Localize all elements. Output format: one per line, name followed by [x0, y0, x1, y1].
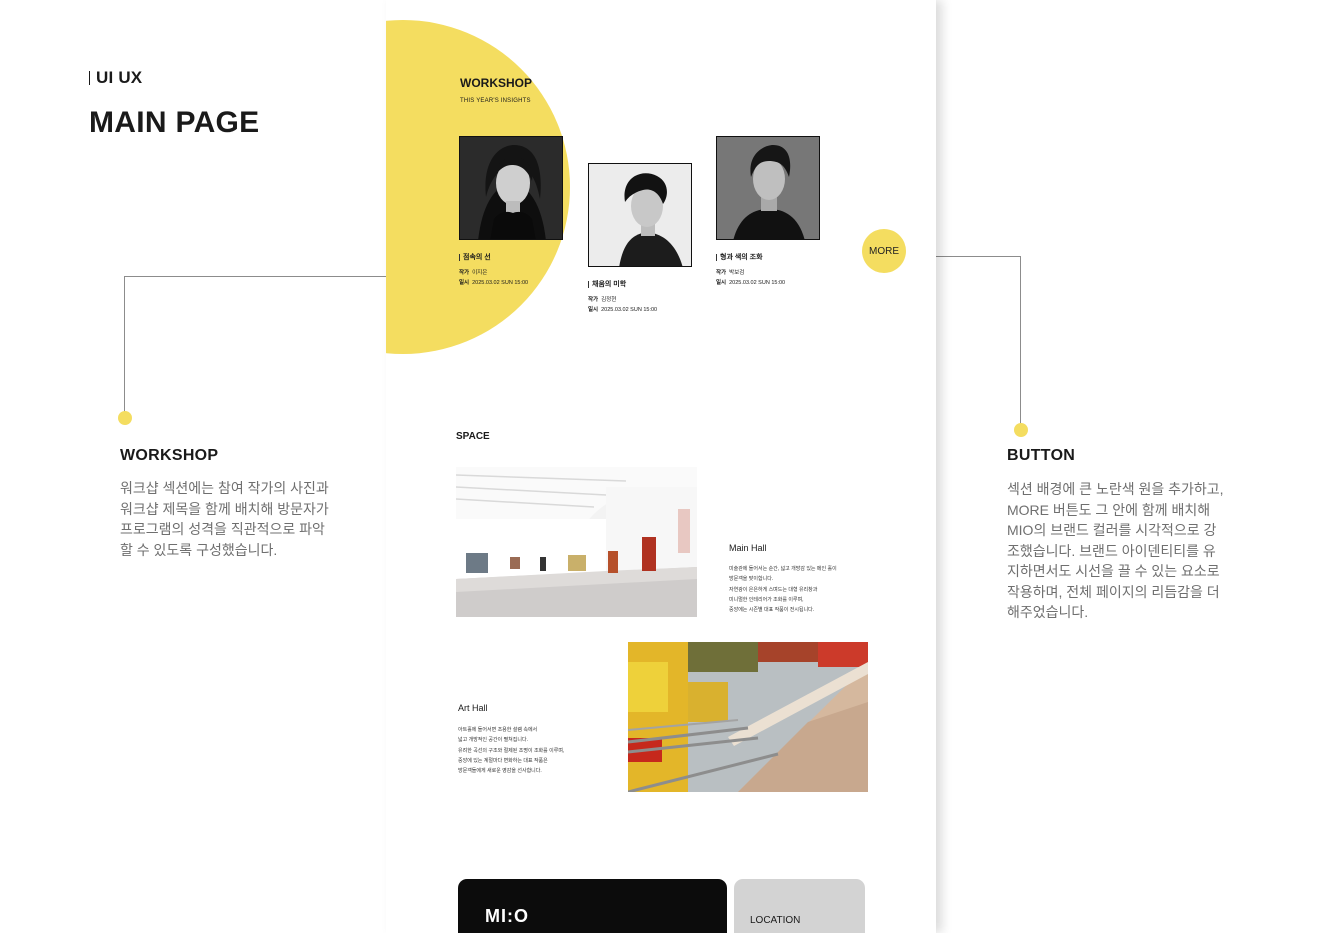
artist-photo-3: [716, 136, 820, 240]
artist-card-1[interactable]: 점속의 선 작가 이지은 일시 2025.03.02 SUN 15:00: [459, 136, 563, 288]
artist-program-title: 형과 색의 조화: [716, 252, 820, 262]
desc-line: 중앙에 있는 계절마다 변화하는 대표 작품은: [458, 757, 548, 764]
note-line: 작용하며, 전체 페이지의 리듬감을 더: [1007, 583, 1220, 600]
main-hall-image: [456, 467, 697, 617]
kicker-label: UI UX: [96, 68, 143, 87]
artist-photo-1: [459, 136, 563, 240]
date-label: 일시: [588, 307, 599, 313]
program-title-text: 채움의 미학: [592, 281, 627, 288]
event-date: 2025.03.02 SUN 15:00: [601, 307, 658, 313]
main-hall-name: Main Hall: [729, 543, 767, 553]
desc-line: 방문객을 맞이합니다.: [729, 576, 774, 583]
brand-logo: MI:O: [485, 906, 529, 926]
location-label: LOCATION: [750, 915, 801, 926]
artist-name: 김정현: [601, 297, 617, 303]
artist-label: 작가: [588, 297, 599, 303]
portrait-image: [717, 137, 819, 239]
artist-meta: 작가 김정현 일시 2025.03.02 SUN 15:00: [588, 295, 692, 315]
note-line: 지하면서도 시선을 끌 수 있는 요소로: [1007, 563, 1220, 579]
date-label: 일시: [459, 280, 470, 286]
portrait-image: [589, 164, 691, 266]
desc-line: 유려한 곡선의 구조와 절제된 조명이 조화를 이루며,: [458, 747, 565, 754]
desc-line: 자연광이 은은하게 스며드는 대형 유리창과: [729, 586, 818, 593]
artist-program-title: 점속의 선: [459, 252, 563, 262]
artist-name: 이지은: [472, 270, 488, 276]
note-line: 해주었습니다.: [1007, 604, 1089, 620]
location-card[interactable]: LOCATION: [734, 879, 865, 933]
event-date: 2025.03.02 SUN 15:00: [729, 280, 786, 286]
workshop-connector-dot: [118, 411, 132, 425]
page-title: MAIN PAGE: [89, 106, 260, 139]
button-note-title: BUTTON: [1007, 447, 1076, 464]
workshop-title: WORKSHOP: [460, 76, 532, 90]
note-line: MIO의 브랜드 컬러를 시각적으로 강: [1007, 522, 1217, 538]
note-line: MORE 버튼도 그 안에 함께 배치해: [1007, 501, 1211, 518]
artist-photo-2: [588, 163, 692, 267]
note-line: 섹션 배경에 큰 노란색 원을 추가하고,: [1007, 481, 1224, 497]
button-connector-dot: [1014, 423, 1028, 437]
space-title: SPACE: [456, 431, 490, 442]
art-hall-name: Art Hall: [458, 703, 488, 713]
program-title-text: 점속의 선: [463, 254, 491, 261]
event-date: 2025.03.02 SUN 15:00: [472, 280, 529, 286]
desc-line: 미술관에 들어서는 순간, 넓고 개방감 있는 메인 홀이: [729, 566, 837, 572]
title-tick: [459, 253, 460, 261]
artist-card-3[interactable]: 형과 색의 조화 작가 박보검 일시 2025.03.02 SUN 15:00: [716, 136, 820, 288]
note-line: 조했습니다. 브랜드 아이덴티티를 유: [1007, 542, 1216, 559]
workshop-connector-h: [124, 276, 386, 277]
title-tick: [588, 280, 589, 288]
note-line: 프로그램의 성격을 직관적으로 파악: [120, 521, 325, 537]
artist-program-title: 채움의 미학: [588, 279, 692, 289]
main-page-mockup: WORKSHOP THIS YEAR'S INSIGHTS 점속의 선 작가 이지…: [386, 0, 936, 933]
desc-line: 넓고 개방적인 공간이 펼쳐집니다.: [458, 737, 528, 744]
main-hall-description: 미술관에 들어서는 순간, 넓고 개방감 있는 메인 홀이 방문객을 맞이합니다…: [729, 564, 837, 615]
program-title-text: 형과 색의 조화: [720, 254, 763, 261]
button-connector-h: [936, 256, 1020, 257]
date-label: 일시: [716, 280, 727, 286]
main-hall-photo[interactable]: [456, 467, 697, 617]
art-hall-image: [628, 642, 868, 792]
brand-logo-card[interactable]: MI:O: [458, 879, 727, 933]
art-hall-photo[interactable]: [628, 642, 868, 792]
note-line: 할 수 있도록 구성했습니다.: [120, 541, 278, 558]
workshop-subtitle: THIS YEAR'S INSIGHTS: [460, 98, 531, 104]
artist-label: 작가: [459, 270, 470, 276]
section-kicker: UI UX: [89, 68, 142, 88]
button-connector-v: [1020, 256, 1021, 424]
artist-meta: 작가 이지은 일시 2025.03.02 SUN 15:00: [459, 268, 563, 288]
artist-card-2[interactable]: 채움의 미학 작가 김정현 일시 2025.03.02 SUN 15:00: [588, 163, 692, 315]
title-tick: [716, 253, 717, 261]
note-line: 워크샵 제목을 함께 배치해 방문자가: [120, 500, 329, 517]
desc-line: 중앙에는 시즌별 대표 작품이 전시됩니다.: [729, 607, 815, 614]
portrait-image: [460, 137, 562, 239]
desc-line: 아트홀에 들어서면 조용한 설렘 속에서: [458, 727, 538, 733]
workshop-note-body: 워크샵 섹션에는 참여 작가의 사진과 워크샵 제목을 함께 배치해 방문자가 …: [120, 478, 329, 560]
kicker-bar: [89, 71, 90, 85]
desc-line: 방문객들에게 새로운 영감을 선사합니다.: [458, 768, 542, 775]
workshop-connector-v: [124, 276, 125, 412]
artist-label: 작가: [716, 270, 727, 276]
art-hall-description: 아트홀에 들어서면 조용한 설렘 속에서 넓고 개방적인 공간이 펼쳐집니다. …: [458, 725, 564, 776]
artist-name: 박보검: [729, 270, 745, 276]
workshop-note-title: WORKSHOP: [120, 447, 219, 464]
artist-meta: 작가 박보검 일시 2025.03.02 SUN 15:00: [716, 268, 820, 288]
desc-line: 미니멀한 인테리어가 조화를 이루며,: [729, 596, 804, 603]
button-note-body: 섹션 배경에 큰 노란색 원을 추가하고, MORE 버튼도 그 안에 함께 배…: [1007, 479, 1224, 623]
note-line: 워크샵 섹션에는 참여 작가의 사진과: [120, 480, 329, 496]
more-button[interactable]: MORE: [862, 229, 906, 273]
